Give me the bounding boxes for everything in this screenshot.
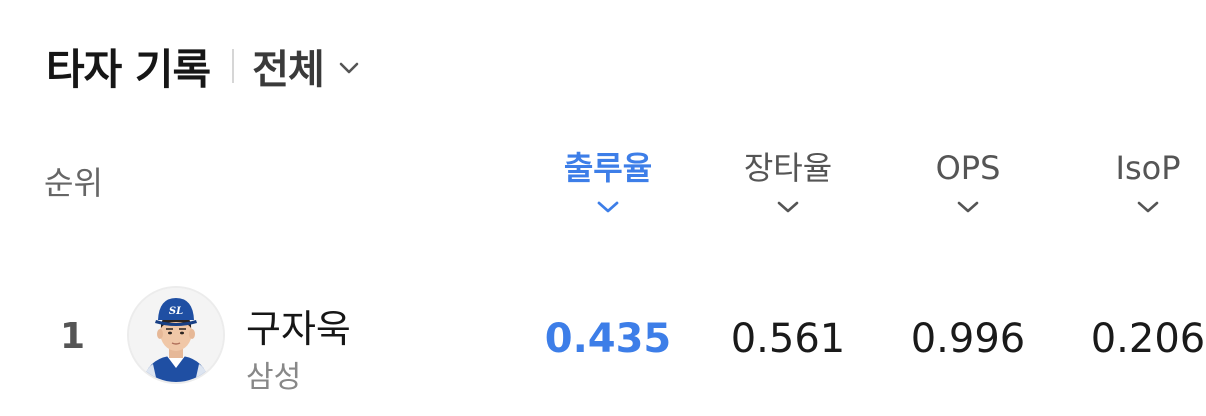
stat-ops-value: 0.996	[910, 316, 1026, 362]
filter-dropdown[interactable]: 전체	[252, 37, 360, 95]
column-header-label: 장타율	[743, 149, 833, 187]
column-header-label: 출루율	[563, 149, 653, 187]
table-row[interactable]: 1 SL 구자욱 삼성 0.435 0.561 0.996 0.206	[0, 286, 1206, 396]
column-header-label: OPS	[935, 149, 1001, 187]
column-header-label: IsoP	[1115, 149, 1181, 187]
svg-text:SL: SL	[169, 306, 183, 317]
stat-slg-value: 0.561	[730, 316, 846, 362]
column-header-ops[interactable]: OPS	[893, 146, 1043, 214]
column-header-slg[interactable]: 장타율	[713, 146, 863, 214]
player-name[interactable]: 구자욱	[246, 298, 351, 353]
column-header-obp[interactable]: 출루율	[533, 146, 683, 214]
stat-obp-value: 0.435	[544, 316, 672, 362]
header-divider	[232, 49, 235, 83]
rank-column-header: 순위	[44, 164, 103, 202]
header: 타자 기록 전체	[46, 36, 360, 96]
column-header-isop[interactable]: IsoP	[1073, 146, 1206, 214]
chevron-down-icon	[1136, 200, 1160, 214]
page-title: 타자 기록	[46, 44, 211, 94]
stat-isop-value: 0.206	[1090, 316, 1206, 362]
player-team: 삼성	[246, 360, 302, 395]
chevron-down-icon	[596, 200, 620, 214]
batter-stats-page: 타자 기록 전체 순위 출루율 장타율 OPS IsoP 1 SL 구자욱 삼성…	[0, 0, 1206, 416]
player-avatar[interactable]: SL	[127, 286, 225, 384]
chevron-down-icon	[956, 200, 980, 214]
filter-label: 전체	[252, 47, 325, 93]
rank-value: 1	[60, 316, 86, 357]
chevron-down-icon	[338, 61, 360, 75]
chevron-down-icon	[776, 200, 800, 214]
